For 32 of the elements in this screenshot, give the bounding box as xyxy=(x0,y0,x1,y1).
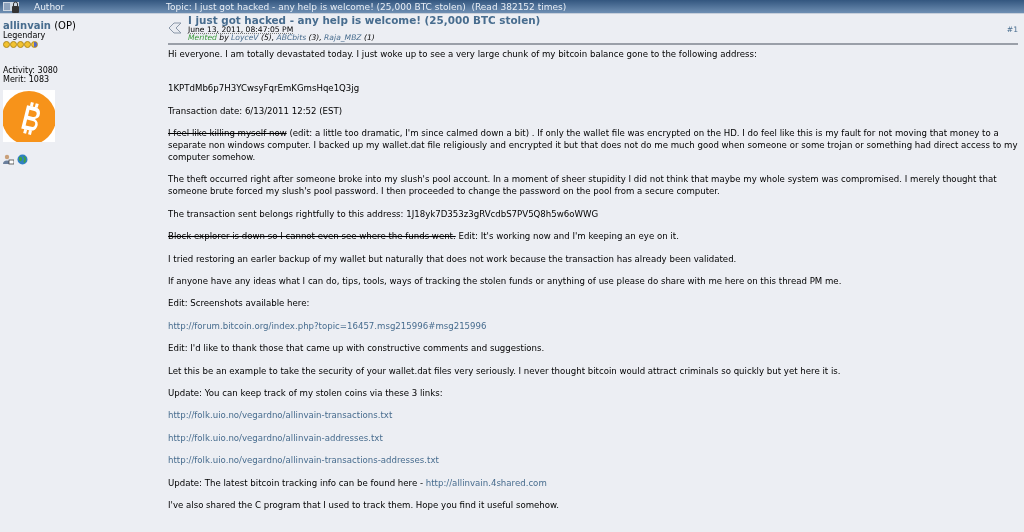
merit-count: Merit: 1083 xyxy=(3,75,50,84)
post-paragraph: Transaction date: 6/13/2011 12:52 (EST) xyxy=(168,104,344,117)
globe-icon[interactable] xyxy=(17,154,28,165)
activity-count: Activity: 3080 xyxy=(3,66,58,75)
topic-title: Topic: I just got hacked - any help is welcome! (25,000 BTC stolen) (Read 382152 times) xyxy=(166,1,567,12)
post-paragraph: I've also shared the C program that I used to track them. Hope you find it useful somehow. xyxy=(168,498,560,511)
link[interactable]: http://forum.bitcoin.org/index.php?topic=16457.msg215996#msg215996 xyxy=(168,320,487,331)
post-paragraph: I feel like killing myself now (edit: a little too dramatic, I'm since calmed down a bit) . If only the wallet file was encrypted on the HD. I do feel like this is my fault for not moving that money to a separate non windows computer. I backed up my wallet.dat file religiously and encrypted it but that does not do me much good when someone or some trojan or something had direct access to my computer somehow. xyxy=(168,127,1018,164)
post-paragraph: Update: You can keep track of my stolen coins via these 3 links: xyxy=(168,386,444,399)
username-link[interactable]: allinvain xyxy=(3,20,51,31)
post-paragraph: Let this be an example to take the security of your wallet.dat files very seriously. I never thought bitcoin would attract criminals so quickly but yet here it is. xyxy=(168,364,842,377)
post-paragraph: The theft occurred right after someone broke into my slush's pool account. In a moment of sheer stupidity I did not think that maybe my whole system was compromised. I merely thought that someone brute forced my slush's pool password. I then proceeded to change the password on the pool from a secure computer. xyxy=(168,173,998,198)
rank-label: Legendary xyxy=(3,31,46,40)
post-paragraph: If anyone have any ideas what I can do, tips, tools, ways of tracking the stolen funds or anything of use please do share with me here on this thread PM me. xyxy=(168,275,843,287)
post-paragraph: Block explorer is down so I cannot even see where the funds went. Edit: It's working now and I'm keeping an eye on it. xyxy=(168,230,680,243)
bitcoin-avatar-icon xyxy=(3,90,55,142)
post-paragraph: Hi everyone. I am totally devastated today. I just woke up to see a very large chunk of my bitcoin balance gone to the following address: xyxy=(168,47,758,60)
post-paragraph: 1KPTdMb6p7H3YCwsyFqrEmKGmsHqe1Q3jg xyxy=(168,82,361,95)
profile-icon[interactable] xyxy=(3,154,14,165)
post-paragraph: I tried restoring an earler backup of my wallet but naturally that does not work because the transaction has already been validated. xyxy=(168,252,738,265)
link[interactable]: http://folk.uio.no/vegardno/allinvain-transactions-addresses.txt xyxy=(168,455,439,466)
link[interactable]: http://folk.uio.no/vegardno/allinvain-transactions.txt xyxy=(168,410,393,421)
link[interactable]: http://folk.uio.no/vegardno/allinvain-addresses.txt xyxy=(168,432,383,443)
op-label: (OP) xyxy=(53,20,76,31)
post-icon xyxy=(168,22,182,35)
post-paragraph: Edit: Screenshots available here: xyxy=(168,297,311,310)
post-paragraph: The transaction sent belongs rightfully to this address: 1J18yk7D353z3gRVcdbS7PV5Q8h5w6oWWG xyxy=(168,207,600,220)
post-title-link[interactable]: I just got hacked - any help is welcome! (25,000 BTC stolen) xyxy=(188,15,541,26)
column-header: Author xyxy=(34,1,66,12)
link[interactable]: http://allinvain.4shared.com xyxy=(425,477,547,488)
post-paragraph: Update: The latest bitcoin tracking info can be found here - http://allinvain.4shared.com xyxy=(168,476,548,489)
post-paragraph: Edit: I'd like to thank those that came up with constructive comments and suggestions. xyxy=(168,342,546,355)
